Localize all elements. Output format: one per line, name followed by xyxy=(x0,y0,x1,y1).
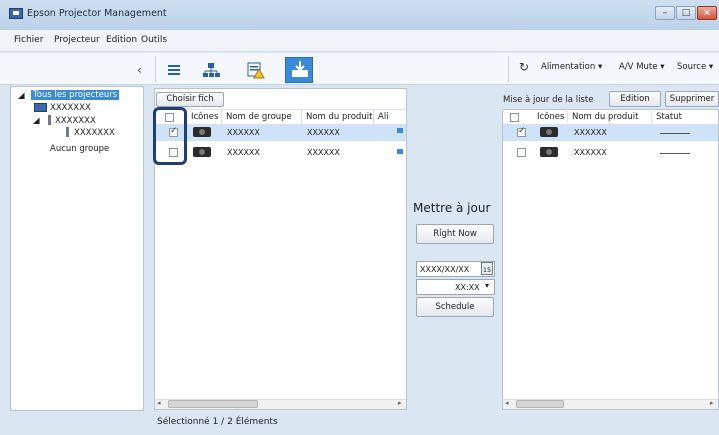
close-icon: × xyxy=(703,8,711,18)
header-divider xyxy=(155,109,406,110)
column-divider xyxy=(373,109,374,123)
choose-file-button[interactable]: Choisir fich xyxy=(156,92,224,107)
firmware-update-tab[interactable] xyxy=(285,57,313,83)
network-icon xyxy=(203,63,220,77)
checkbox-highlight xyxy=(153,107,187,165)
refresh-icon[interactable]: ↻ xyxy=(519,60,529,74)
avmute-label: A/V Mute xyxy=(619,62,658,72)
row-product-name: XXXXXX xyxy=(574,128,607,137)
scroll-left-icon[interactable]: ◂ xyxy=(505,399,509,407)
status-bar: Sélectionné 1 / 2 Éléments xyxy=(157,417,278,427)
minimize-icon: – xyxy=(662,8,668,18)
column-header-alias[interactable]: Ali xyxy=(378,112,389,122)
tree-item-group[interactable]: XXXXXXX xyxy=(55,116,96,126)
select-all-checkbox[interactable] xyxy=(510,113,519,122)
row-product-name: XXXXXX xyxy=(307,128,340,137)
chevron-down-icon: ▾ xyxy=(660,62,665,72)
edit-button[interactable]: Edition xyxy=(609,91,661,107)
chevron-down-icon: ▾ xyxy=(708,62,714,72)
column-divider xyxy=(301,109,302,123)
column-header-icons[interactable]: Icônes xyxy=(191,112,218,122)
alias-marker xyxy=(397,128,403,133)
column-header-icons[interactable]: Icônes xyxy=(537,112,564,122)
column-header-status[interactable]: Statut xyxy=(656,112,682,122)
menu-edit[interactable]: Edition xyxy=(106,35,137,45)
app-icon xyxy=(9,8,23,19)
tree-item-projector[interactable]: XXXXXXX xyxy=(50,103,91,113)
power-label: Alimentation xyxy=(541,62,596,72)
toolbar-divider xyxy=(508,56,509,82)
column-divider xyxy=(567,109,568,123)
column-divider xyxy=(651,109,652,123)
menu-file[interactable]: Fichier xyxy=(14,35,43,45)
maximize-button[interactable]: □ xyxy=(676,6,696,20)
row-group-name: XXXXXX xyxy=(227,128,260,137)
items-label: Éléments xyxy=(235,417,278,427)
projector-icon xyxy=(540,147,558,157)
time-spin-icon[interactable]: ▾ xyxy=(485,281,489,290)
schedule-button[interactable]: Schedule xyxy=(416,297,494,317)
column-divider xyxy=(221,109,222,123)
group-icon xyxy=(48,115,51,125)
update-heading: Mettre à jour xyxy=(413,201,491,215)
tree-expand-icon[interactable]: ◢ xyxy=(33,116,40,126)
alert-log-button[interactable] xyxy=(242,58,266,80)
network-view-button[interactable] xyxy=(198,58,222,80)
projector-icon xyxy=(34,103,47,112)
delete-button[interactable]: Supprimer xyxy=(665,91,719,107)
maximize-icon: □ xyxy=(681,8,691,18)
status-empty-dash xyxy=(660,153,690,154)
toolbar xyxy=(0,53,719,85)
scroll-right-icon[interactable]: ▸ xyxy=(710,399,714,407)
avmute-dropdown[interactable]: A/V Mute ▾ xyxy=(619,62,664,72)
table-row[interactable] xyxy=(503,142,718,159)
collapse-chevron-icon[interactable]: ‹ xyxy=(137,63,142,77)
row-product-name: XXXXXX xyxy=(574,148,607,157)
alias-marker xyxy=(397,149,403,154)
scroll-left-icon[interactable]: ◂ xyxy=(157,399,161,407)
row-group-name: XXXXXX xyxy=(227,148,260,157)
column-header-group-name[interactable]: Nom de groupe xyxy=(226,112,292,122)
chevron-down-icon: ▾ xyxy=(597,62,603,72)
tree-all-projectors[interactable]: Tous les projecteurs xyxy=(31,90,120,100)
warning-log-icon xyxy=(247,62,265,79)
selected-label: Sélectionné xyxy=(157,417,210,427)
toolbar-divider xyxy=(155,56,156,82)
tree-no-group[interactable]: Aucun groupe xyxy=(50,144,109,154)
projector-icon xyxy=(193,147,211,157)
group-icon xyxy=(66,127,69,137)
row-checkbox[interactable] xyxy=(517,148,526,157)
projector-icon xyxy=(540,127,558,137)
scroll-right-icon[interactable]: ▸ xyxy=(398,399,402,407)
calendar-icon[interactable]: 15 xyxy=(481,262,493,275)
scroll-thumb[interactable] xyxy=(168,400,258,408)
date-value: XXXX/XX/XX xyxy=(420,265,470,274)
power-dropdown[interactable]: Alimentation ▾ xyxy=(541,62,602,72)
tree-expand-icon[interactable]: ◢ xyxy=(18,91,25,101)
menu-tools[interactable]: Outils xyxy=(141,35,167,45)
update-list-title: Mise à jour de la liste xyxy=(503,95,594,105)
row-checkbox[interactable] xyxy=(517,126,526,137)
column-header-product-name[interactable]: Nom du produit xyxy=(306,112,372,122)
scroll-thumb[interactable] xyxy=(516,400,564,408)
status-empty-dash xyxy=(660,133,690,134)
column-header-product-name[interactable]: Nom du produit xyxy=(572,112,638,122)
update-download-icon xyxy=(292,61,308,77)
source-dropdown[interactable]: Source ▾ xyxy=(677,62,713,72)
list-icon xyxy=(168,65,180,75)
tree-item-subgroup[interactable]: XXXXXXX xyxy=(74,128,115,138)
menu-projector[interactable]: Projecteur xyxy=(54,35,100,45)
source-label: Source xyxy=(677,62,707,72)
list-view-button[interactable] xyxy=(161,58,185,80)
row-product-name: XXXXXX xyxy=(307,148,340,157)
close-button[interactable]: × xyxy=(697,6,717,20)
minimize-button[interactable]: – xyxy=(655,6,675,20)
time-value: XX:XX xyxy=(455,283,480,292)
selected-count: 1 / 2 xyxy=(212,417,233,427)
update-now-button[interactable]: Right Now xyxy=(416,224,494,244)
window-title: Epson Projector Management xyxy=(27,8,167,19)
projector-icon xyxy=(193,127,211,137)
